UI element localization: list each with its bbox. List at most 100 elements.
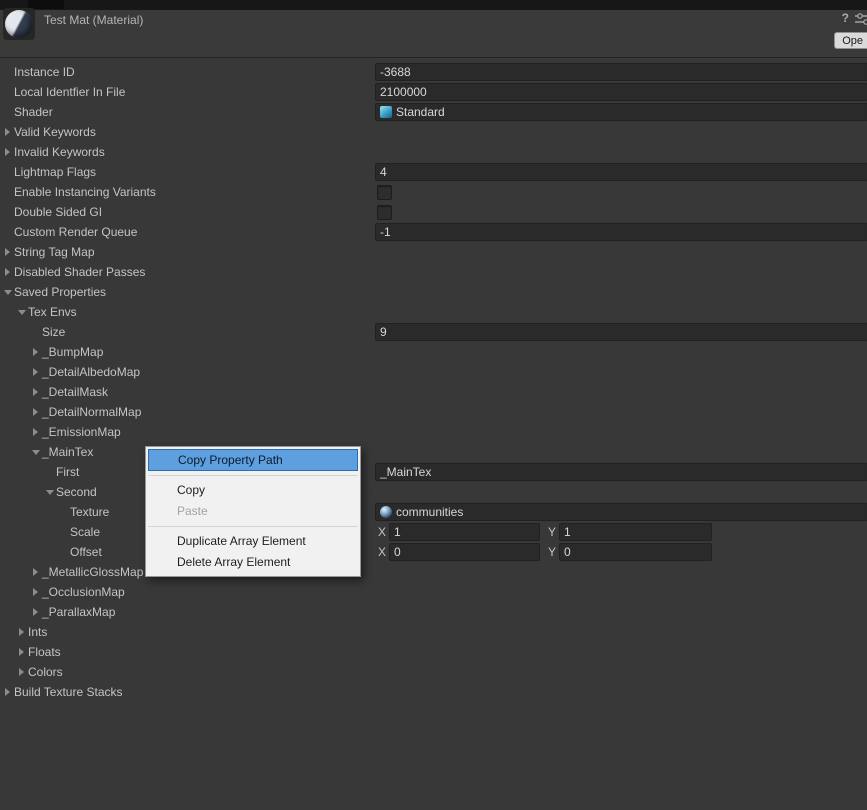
tree-row: Enable Instancing Variants	[0, 182, 867, 202]
help-icon[interactable]: ?	[842, 11, 849, 25]
tree-row-label: Texture	[70, 505, 110, 519]
row-label-wrap: Shader	[0, 102, 53, 122]
text-field[interactable]: -3688	[375, 63, 867, 81]
checkbox[interactable]	[377, 185, 392, 200]
tree-row-label: Scale	[70, 525, 101, 539]
foldout-collapsed-icon[interactable]	[32, 562, 42, 582]
asset-title: Test Mat (Material)	[44, 13, 144, 27]
arrow-spacer	[60, 522, 70, 542]
x-field[interactable]: 0	[389, 543, 540, 561]
foldout-collapsed-icon[interactable]	[32, 342, 42, 362]
row-label-wrap: Size	[0, 322, 65, 342]
foldout-collapsed-icon[interactable]	[32, 402, 42, 422]
arrow-spacer	[4, 82, 14, 102]
tree-row-label[interactable]: Floats	[28, 645, 61, 659]
row-label-wrap: String Tag Map	[0, 242, 95, 262]
foldout-collapsed-icon[interactable]	[4, 242, 14, 262]
foldout-collapsed-icon[interactable]	[18, 662, 28, 682]
foldout-expanded-icon[interactable]	[32, 442, 42, 462]
menu-item-duplicate-array-element[interactable]: Duplicate Array Element	[146, 531, 360, 552]
tree-row-label[interactable]: _BumpMap	[42, 345, 103, 359]
foldout-collapsed-icon[interactable]	[32, 382, 42, 402]
arrow-spacer	[46, 462, 56, 482]
tree-row-label[interactable]: _OcclusionMap	[42, 585, 125, 599]
tree-row: _EmissionMap	[0, 422, 867, 442]
tree-row-label[interactable]: Second	[56, 485, 97, 499]
row-label-wrap: _MetallicGlossMap	[0, 562, 143, 582]
tree-row-label[interactable]: _MetallicGlossMap	[42, 565, 143, 579]
tree-row-label[interactable]: Ints	[28, 625, 47, 639]
row-label-wrap: Scale	[0, 522, 100, 542]
arrow-spacer	[60, 542, 70, 562]
tree-row: Local Identfier In File 2100000	[0, 82, 867, 102]
foldout-collapsed-icon[interactable]	[32, 362, 42, 382]
tab-remnant	[28, 0, 64, 9]
row-label-wrap: Offset	[0, 542, 102, 562]
y-field[interactable]: 1	[559, 523, 712, 541]
tree-row: Disabled Shader Passes	[0, 262, 867, 282]
row-label-wrap: Floats	[0, 642, 61, 662]
tree-row: Saved Properties	[0, 282, 867, 302]
foldout-collapsed-icon[interactable]	[32, 422, 42, 442]
text-field[interactable]: 4	[375, 163, 867, 181]
tree-row: Custom Render Queue -1	[0, 222, 867, 242]
open-button[interactable]: Ope	[834, 32, 867, 49]
text-field[interactable]: _MainTex	[375, 463, 867, 481]
preset-sliders-icon[interactable]	[855, 12, 867, 31]
y-label: Y	[548, 545, 557, 559]
foldout-collapsed-icon[interactable]	[4, 142, 14, 162]
tree-row-label[interactable]: _DetailAlbedoMap	[42, 365, 140, 379]
row-label-wrap: _DetailAlbedoMap	[0, 362, 140, 382]
text-field[interactable]: 2100000	[375, 83, 867, 101]
tree-row-label[interactable]: _DetailNormalMap	[42, 405, 141, 419]
tree-row-label: Custom Render Queue	[14, 225, 138, 239]
tree-row-label[interactable]: Colors	[28, 665, 63, 679]
row-label-wrap: _EmissionMap	[0, 422, 121, 442]
arrow-spacer	[32, 322, 42, 342]
shader-field[interactable]: Standard	[375, 103, 867, 121]
tree-row-label: Instance ID	[14, 65, 75, 79]
texture-object-field[interactable]: communities	[375, 503, 867, 521]
tree-row-label[interactable]: String Tag Map	[14, 245, 95, 259]
tree-row-label[interactable]: Saved Properties	[14, 285, 106, 299]
foldout-expanded-icon[interactable]	[46, 482, 56, 502]
menu-item-copy-property-path[interactable]: Copy Property Path	[148, 449, 358, 471]
tree-row-label[interactable]: _DetailMask	[42, 385, 108, 399]
x-label: X	[378, 545, 387, 559]
tree-row-label[interactable]: Tex Envs	[28, 305, 77, 319]
tree-row: Colors	[0, 662, 867, 682]
y-field[interactable]: 0	[559, 543, 712, 561]
tree-row-label[interactable]: _ParallaxMap	[42, 605, 115, 619]
tree-row: Scale X 1 Y 1	[0, 522, 867, 542]
tree-row: Offset X 0 Y 0	[0, 542, 867, 562]
foldout-collapsed-icon[interactable]	[4, 262, 14, 282]
row-label-wrap: Saved Properties	[0, 282, 106, 302]
checkbox[interactable]	[377, 205, 392, 220]
tree-row-label[interactable]: _EmissionMap	[42, 425, 121, 439]
foldout-expanded-icon[interactable]	[4, 282, 14, 302]
foldout-collapsed-icon[interactable]	[4, 122, 14, 142]
tree-row-label[interactable]: Invalid Keywords	[14, 145, 105, 159]
menu-item-copy[interactable]: Copy	[146, 480, 360, 501]
row-label-wrap: Valid Keywords	[0, 122, 96, 142]
tree-row-label[interactable]: Build Texture Stacks	[14, 685, 123, 699]
field-value: 1	[564, 525, 571, 539]
row-label-wrap: _BumpMap	[0, 342, 103, 362]
foldout-collapsed-icon[interactable]	[4, 682, 14, 702]
row-label-wrap: _DetailNormalMap	[0, 402, 141, 422]
x-field[interactable]: 1	[389, 523, 540, 541]
tree-row-label[interactable]: Valid Keywords	[14, 125, 96, 139]
foldout-collapsed-icon[interactable]	[32, 602, 42, 622]
row-label-wrap: Texture	[0, 502, 109, 522]
text-field[interactable]: -1	[375, 223, 867, 241]
text-field[interactable]: 9	[375, 323, 867, 341]
tree-row-label[interactable]: Disabled Shader Passes	[14, 265, 145, 279]
foldout-collapsed-icon[interactable]	[32, 582, 42, 602]
menu-item-delete-array-element[interactable]: Delete Array Element	[146, 552, 360, 573]
window-top-strip	[0, 0, 867, 10]
foldout-collapsed-icon[interactable]	[18, 622, 28, 642]
tree-row-label[interactable]: _MainTex	[42, 445, 93, 459]
foldout-expanded-icon[interactable]	[18, 302, 28, 322]
row-label-wrap: Colors	[0, 662, 63, 682]
foldout-collapsed-icon[interactable]	[18, 642, 28, 662]
